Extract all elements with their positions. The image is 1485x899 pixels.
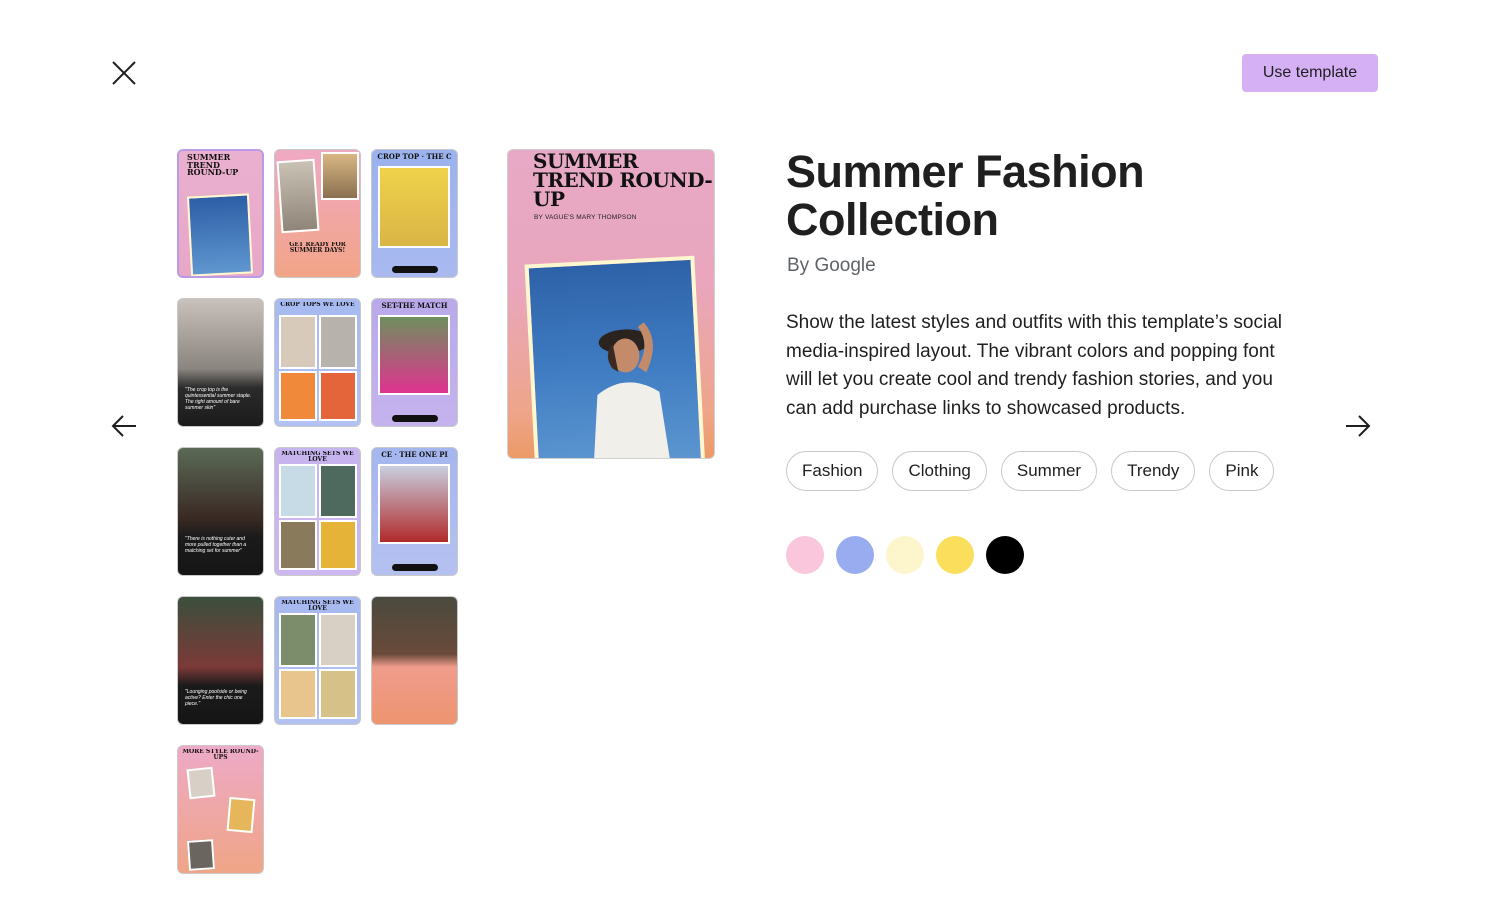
preview-title: SUMMER TREND ROUND-UP	[533, 149, 713, 211]
page-thumbnail[interactable]: MORE STYLE ROUND-UPS	[177, 745, 264, 874]
thumbnail-photo	[186, 839, 216, 871]
page-thumbnail[interactable]: "There is nothing cuter and more pulled …	[177, 447, 264, 576]
page-thumbnail[interactable]: "The crop top is the quintessential summ…	[177, 298, 264, 427]
page-thumbnail[interactable]: SET-THE MATCH	[371, 298, 458, 427]
thumbnail-photo	[279, 520, 317, 570]
preview-byline: BY VAGUE'S MARY THOMPSON	[534, 214, 637, 221]
thumbnail-heading: SUMMER TREND ROUND-UP	[187, 154, 239, 177]
tag-chip[interactable]: Summer	[1000, 451, 1098, 491]
close-icon	[112, 61, 136, 85]
color-swatch	[986, 536, 1024, 574]
thumbnail-photo	[279, 669, 317, 719]
thumbnail-photo	[279, 371, 317, 421]
thumbnail-photo	[279, 315, 317, 369]
thumbnail-photo	[378, 315, 450, 395]
color-swatch	[836, 536, 874, 574]
page-thumbnail[interactable]: CE · THE ONE PI	[371, 447, 458, 576]
thumbnail-photo	[319, 315, 357, 369]
arrow-right-icon	[1346, 415, 1371, 437]
tag-chip[interactable]: Clothing	[892, 451, 987, 491]
page-thumbnail[interactable]: CROP TOPS WE LOVE	[274, 298, 361, 427]
thumbnail-photo	[321, 152, 359, 200]
thumbnail-caption: "The crop top is the quintessential summ…	[185, 387, 252, 411]
thumbnail-heading: MATCHING SETS WE LOVE	[281, 451, 354, 463]
thumbnail-photo	[186, 766, 216, 800]
thumbnail-photo	[319, 371, 357, 421]
thumbnail-photo	[186, 193, 254, 276]
template-pages-grid: SUMMER TREND ROUND-UP GET READY FOR SUMM…	[177, 149, 458, 874]
color-swatch	[886, 536, 924, 574]
thumbnail-heading: CROP TOP · THE C	[377, 153, 452, 160]
thumbnail-photo	[319, 464, 357, 518]
thumbnail-heading: SET-THE MATCH	[381, 302, 448, 309]
thumbnail-photo	[226, 796, 256, 834]
tag-chip[interactable]: Pink	[1209, 451, 1275, 491]
tag-chip[interactable]: Trendy	[1111, 451, 1196, 491]
tag-list: Fashion Clothing Summer Trendy Pink	[786, 451, 1275, 491]
thumbnail-button	[391, 266, 438, 273]
thumbnail-photo	[276, 158, 320, 234]
thumbnail-photo	[378, 464, 450, 544]
use-template-button[interactable]: Use template	[1242, 54, 1378, 92]
page-thumbnail[interactable]: GET READY FOR SUMMER DAYS!	[274, 149, 361, 278]
color-swatch	[936, 536, 974, 574]
page-thumbnail[interactable]: MATCHING SETS WE LOVE	[274, 447, 361, 576]
color-palette	[786, 536, 1024, 574]
template-preview: SUMMER TREND ROUND-UP BY VAGUE'S MARY TH…	[507, 149, 715, 459]
page-thumbnail[interactable]: SUMMER TREND ROUND-UP	[177, 149, 264, 278]
page-thumbnail[interactable]: MATCHING SETS WE LOVE	[274, 596, 361, 725]
thumbnail-photo	[279, 613, 317, 667]
template-title: Summer Fashion Collection	[786, 146, 1145, 245]
page-thumbnail[interactable]: CROP TOP · THE C	[371, 149, 458, 278]
thumbnail-heading: MORE STYLE ROUND-UPS	[182, 749, 259, 761]
arrow-left-icon	[111, 415, 136, 437]
page-thumbnail[interactable]	[371, 596, 458, 725]
thumbnail-photo	[378, 166, 450, 248]
thumbnail-heading: CROP TOPS WE LOVE	[280, 302, 355, 308]
thumbnail-photo	[319, 520, 357, 570]
page-thumbnail[interactable]: "Lounging poolside or being active? Ente…	[177, 596, 264, 725]
tag-chip[interactable]: Fashion	[786, 451, 879, 491]
thumbnail-button	[391, 564, 438, 571]
thumbnail-heading: MATCHING SETS WE LOVE	[281, 600, 354, 612]
person-silhouette	[593, 322, 672, 458]
next-button[interactable]	[1338, 406, 1378, 446]
template-author: By Google	[787, 255, 876, 276]
preview-photo	[524, 255, 706, 458]
thumbnail-caption: "Lounging poolside or being active? Ente…	[185, 689, 247, 707]
thumbnail-heading: GET READY FOR SUMMER DAYS!	[289, 242, 346, 254]
thumbnail-caption: "There is nothing cuter and more pulled …	[185, 536, 247, 554]
thumbnail-heading: CE · THE ONE PI	[381, 451, 448, 458]
template-description: Show the latest styles and outfits with …	[786, 312, 1283, 419]
color-swatch	[786, 536, 824, 574]
thumbnail-button	[391, 415, 438, 422]
close-button[interactable]	[104, 53, 144, 93]
thumbnail-photo	[279, 464, 317, 518]
thumbnail-photo	[319, 613, 357, 667]
thumbnail-photo	[319, 669, 357, 719]
previous-button[interactable]	[104, 406, 144, 446]
